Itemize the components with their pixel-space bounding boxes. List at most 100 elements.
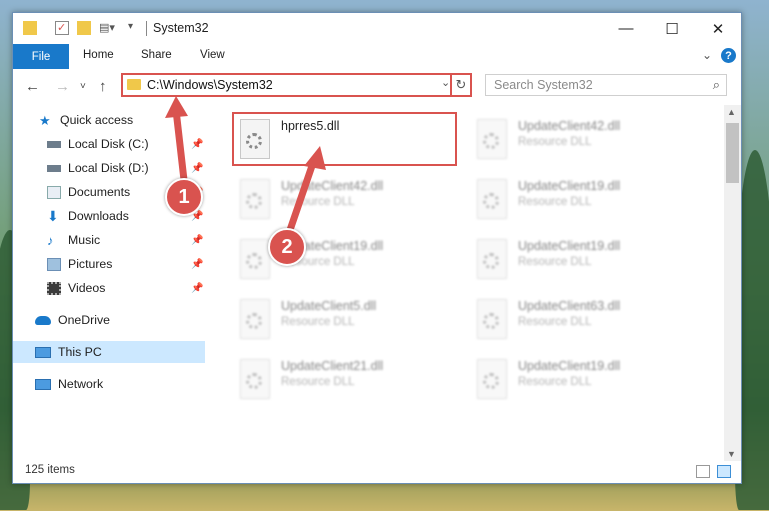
new-folder-icon[interactable] (77, 21, 91, 35)
pictures-icon (47, 257, 61, 271)
tab-view[interactable]: View (200, 49, 225, 61)
download-icon: ⬇ (47, 207, 59, 224)
search-input[interactable]: Search System32 ⌕ (485, 74, 727, 96)
vertical-scrollbar[interactable]: ▲ ▼ (724, 105, 741, 461)
file-item[interactable]: UpdateClient19.dll Resource DLL (473, 175, 698, 227)
sidebar-item-this-pc[interactable]: This PC (13, 341, 205, 363)
file-item[interactable]: UpdateClient5.dll Resource DLL (236, 295, 461, 347)
back-arrow-icon[interactable]: ← (25, 78, 40, 95)
scrollbar-thumb[interactable] (726, 123, 739, 183)
drive-icon (47, 140, 61, 148)
gear-icon (483, 133, 499, 149)
folder-icon (23, 21, 37, 35)
pin-icon[interactable]: 📌 (191, 139, 203, 150)
gear-icon (246, 253, 262, 269)
help-icon[interactable]: ? (721, 48, 736, 63)
recent-locations-icon[interactable]: ˅ (80, 81, 86, 92)
documents-icon (47, 185, 61, 199)
pin-icon[interactable]: 📌 (191, 283, 203, 294)
sidebar-item-label: Local Disk (D:) (68, 161, 149, 175)
chevron-down-icon[interactable]: ⌄ (702, 48, 712, 62)
up-arrow-icon[interactable]: ↑ (99, 78, 107, 95)
tab-home[interactable]: Home (83, 49, 114, 61)
gear-icon (483, 253, 499, 269)
search-icon: ⌕ (712, 77, 720, 92)
gear-icon (246, 313, 262, 329)
dll-file-icon (477, 239, 507, 279)
scroll-down-icon[interactable]: ▼ (727, 449, 736, 459)
file-item[interactable]: UpdateClient19.dll Resource DLL (473, 235, 698, 287)
file-item[interactable]: UpdateClient19.dll Resource DLL (473, 355, 698, 407)
file-name: UpdateClient19.dll (518, 179, 621, 193)
file-type: Resource DLL (518, 196, 592, 208)
close-button[interactable]: ✕ (695, 13, 741, 44)
file-highlight-box (232, 112, 457, 166)
minimize-button[interactable]: — (603, 13, 649, 44)
file-type: Resource DLL (281, 196, 355, 208)
customize-toolbar-icon[interactable]: ▤▾ (99, 21, 115, 35)
gear-icon (246, 373, 262, 389)
sidebar-item-label: Videos (68, 281, 106, 295)
step-1-badge: 1 (165, 178, 203, 216)
scroll-up-icon[interactable]: ▲ (727, 107, 736, 117)
file-name: UpdateClient42.dll (281, 179, 384, 193)
dll-file-icon (240, 179, 270, 219)
sidebar-item-label: Local Disk (C:) (68, 137, 149, 151)
tab-file[interactable]: File (13, 44, 69, 69)
sidebar-item-label: Documents (68, 185, 131, 199)
forward-arrow-icon[interactable]: → (55, 78, 70, 95)
dll-file-icon (240, 239, 270, 279)
large-icons-view-icon[interactable] (717, 465, 731, 478)
sidebar-item-quick-access[interactable]: ★ Quick access (13, 109, 205, 131)
dropdown-arrow-icon[interactable]: ▾ (128, 21, 142, 35)
videos-icon (47, 281, 61, 295)
network-icon (35, 378, 51, 390)
file-name: UpdateClient42.dll (518, 119, 621, 133)
maximize-button[interactable]: ☐ (649, 13, 695, 44)
sidebar-item-videos[interactable]: Videos 📌 (13, 277, 205, 299)
file-item[interactable]: UpdateClient42.dll Resource DLL (473, 115, 698, 167)
file-type: Resource DLL (518, 256, 592, 268)
dll-file-icon (477, 179, 507, 219)
sidebar-item-pictures[interactable]: Pictures 📌 (13, 253, 205, 275)
sidebar-item-local-disk-d[interactable]: Local Disk (D:) 📌 (13, 157, 205, 179)
search-placeholder: Search System32 (494, 78, 593, 92)
refresh-icon: ↻ (455, 77, 467, 92)
pin-icon[interactable]: 📌 (191, 235, 203, 246)
refresh-button[interactable]: ↻ (450, 73, 472, 97)
sidebar-item-label: OneDrive (58, 313, 110, 327)
file-type: Resource DLL (518, 136, 592, 148)
file-item[interactable]: UpdateClient42.dll Resource DLL (236, 175, 461, 227)
file-name: UpdateClient21.dll (281, 359, 384, 373)
drive-icon (47, 164, 61, 172)
pin-icon[interactable]: 📌 (191, 163, 203, 174)
chevron-down-icon[interactable]: ⌄ (441, 76, 450, 89)
sidebar-item-onedrive[interactable]: OneDrive (13, 309, 205, 331)
star-icon: ★ (39, 112, 51, 128)
gear-icon (483, 313, 499, 329)
sidebar-item-label: This PC (58, 345, 102, 359)
details-view-icon[interactable] (696, 465, 710, 478)
file-item[interactable]: UpdateClient21.dll Resource DLL (236, 355, 461, 407)
dll-file-icon (477, 299, 507, 339)
properties-icon[interactable]: ✓ (55, 21, 69, 35)
navigation-pane: ★ Quick access Local Disk (C:) 📌 Local D… (13, 109, 205, 459)
sidebar-item-music[interactable]: ♪ Music 📌 (13, 229, 205, 251)
dll-file-icon (240, 299, 270, 339)
address-path[interactable]: C:\Windows\System32 (147, 78, 273, 92)
window-title: System32 (153, 21, 209, 35)
file-name: UpdateClient19.dll (518, 239, 621, 253)
address-bar[interactable]: C:\Windows\System32 ⌄ (121, 73, 461, 97)
file-type: Resource DLL (518, 376, 592, 388)
sidebar-item-network[interactable]: Network (13, 373, 205, 395)
sidebar-item-label: Downloads (68, 209, 129, 223)
tab-share[interactable]: Share (141, 49, 172, 61)
title-separator (146, 21, 147, 36)
cloud-icon (35, 315, 51, 325)
dll-file-icon (477, 359, 507, 399)
pin-icon[interactable]: 📌 (191, 259, 203, 270)
file-item[interactable]: UpdateClient63.dll Resource DLL (473, 295, 698, 347)
explorer-window: ✓ ▤▾ ▾ System32 — ☐ ✕ File Home Share Vi… (12, 12, 742, 484)
gear-icon (483, 373, 499, 389)
sidebar-item-local-disk-c[interactable]: Local Disk (C:) 📌 (13, 133, 205, 155)
